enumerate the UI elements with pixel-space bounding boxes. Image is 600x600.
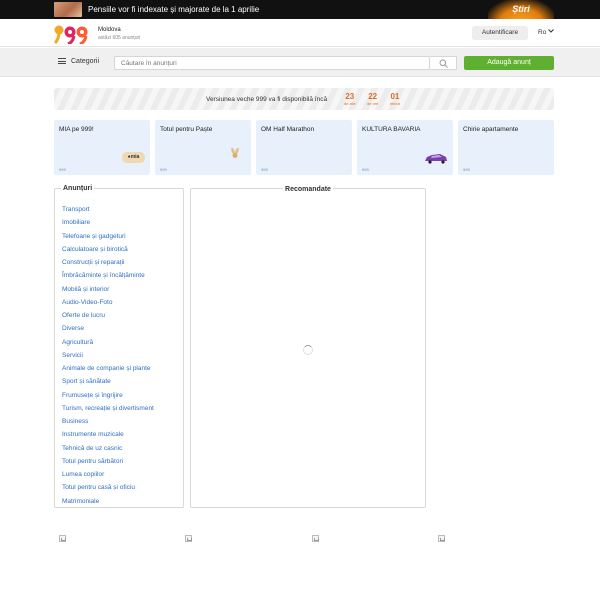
- region-name[interactable]: Moldova: [98, 27, 121, 33]
- countdown-minutes-value: 01: [390, 92, 400, 101]
- promo-card[interactable]: Chirie apartamente 999: [458, 120, 554, 175]
- countdown-days-value: 23: [345, 92, 355, 101]
- category-link[interactable]: Servicii: [62, 349, 154, 362]
- ads-today-count: astăzi 605 anunțuri: [98, 35, 141, 41]
- image-placeholder-icon[interactable]: [438, 535, 445, 542]
- chevron-down-icon: [548, 29, 554, 33]
- category-link[interactable]: Imobiliare: [62, 216, 154, 229]
- old-version-banner[interactable]: Versiunea veche 999 va fi disponibilă în…: [54, 88, 554, 110]
- category-link[interactable]: Telefoane și gadgeturi: [62, 230, 154, 243]
- category-link[interactable]: Turism, recreație și divertisment: [62, 402, 154, 415]
- categories-panel-title: Anunțuri: [61, 185, 95, 192]
- promo-card-title: OM Half Marathon: [261, 126, 315, 133]
- category-link[interactable]: Instrumente muzicale: [62, 428, 154, 441]
- language-label: Ro: [538, 29, 547, 36]
- easter-bunny-icon: [231, 147, 239, 158]
- promo-card-title: Totul pentru Paște: [160, 126, 213, 133]
- recommended-panel: Recomandate: [190, 186, 426, 508]
- category-link[interactable]: Calculatoare și birotică: [62, 243, 154, 256]
- promo-card-tag: 999: [261, 167, 268, 172]
- mia-logo: ●mia: [122, 152, 145, 163]
- image-placeholder-icon[interactable]: [312, 535, 319, 542]
- categories-label: Categorii: [71, 58, 100, 65]
- news-logo-label: Știri: [512, 4, 530, 14]
- category-link[interactable]: Construcții și reparații: [62, 256, 154, 269]
- category-link[interactable]: Audio-Video-Foto: [62, 296, 154, 309]
- countdown-minutes: 01 minut: [390, 92, 400, 106]
- category-link[interactable]: Oferte de lucru: [62, 309, 154, 322]
- promo-card-title: MIA pe 999!: [59, 126, 94, 133]
- category-link[interactable]: Lumea copiilor: [62, 468, 154, 481]
- promo-card[interactable]: Totul pentru Paște 999: [155, 120, 251, 175]
- category-link[interactable]: Business: [62, 415, 154, 428]
- promo-card-tag: 999: [463, 167, 470, 172]
- countdown-hours-label: de ore: [367, 101, 379, 106]
- promo-card[interactable]: KULTURA BAVARIA 999: [357, 120, 453, 175]
- site-logo[interactable]: [54, 24, 88, 44]
- category-link[interactable]: Transport: [62, 203, 154, 216]
- category-link[interactable]: Totul pentru casă și oficiu: [62, 481, 154, 494]
- countdown-minutes-label: minut: [390, 101, 400, 106]
- menu-icon: [58, 58, 66, 64]
- promo-card[interactable]: MIA pe 999! ●mia 999: [54, 120, 150, 175]
- promo-card[interactable]: OM Half Marathon 999: [256, 120, 352, 175]
- category-link[interactable]: Diverse: [62, 322, 154, 335]
- search-icon: [439, 59, 448, 68]
- categories-panel: Anunțuri Transport Imobiliare Telefoane …: [54, 185, 184, 508]
- category-link[interactable]: Sport și sănătate: [62, 375, 154, 388]
- recommended-title: Recomandate: [191, 186, 425, 193]
- news-thumbnail[interactable]: [54, 2, 82, 17]
- category-link[interactable]: Îmbrăcăminte și încălțăminte: [62, 269, 154, 282]
- news-headline[interactable]: Pensiile vor fi indexate și majorate de …: [88, 5, 259, 14]
- car-icon: [425, 154, 447, 164]
- category-link[interactable]: Animale de companie și plante: [62, 362, 154, 375]
- image-placeholder-icon[interactable]: [59, 535, 66, 542]
- site-header: Moldova astăzi 605 anunțuri Autentificar…: [0, 19, 600, 47]
- add-ad-button[interactable]: Adaugă anunț: [464, 56, 554, 70]
- category-link[interactable]: Matrimoniale: [62, 495, 154, 508]
- toolbar: Categorii Adaugă anunț: [0, 48, 600, 77]
- promo-card-tag: 999: [362, 167, 369, 172]
- image-placeholder-icon[interactable]: [185, 535, 192, 542]
- countdown-hours: 22 de ore: [367, 92, 378, 106]
- category-list: Transport Imobiliare Telefoane și gadget…: [62, 203, 154, 508]
- loading-spinner-icon: [303, 345, 313, 355]
- promo-card-tag: 999: [160, 167, 167, 172]
- search-input[interactable]: [114, 56, 430, 70]
- news-bar[interactable]: Pensiile vor fi indexate și majorate de …: [0, 0, 600, 19]
- category-link[interactable]: Frumusețe și îngrijire: [62, 389, 154, 402]
- countdown-days: 23 de zile: [344, 92, 356, 106]
- recommended-title-text: Recomandate: [283, 186, 333, 193]
- promo-card-title: KULTURA BAVARIA: [362, 126, 421, 133]
- category-link[interactable]: Mobilă și interior: [62, 283, 154, 296]
- category-link[interactable]: Agricultură: [62, 336, 154, 349]
- banner-text: Versiunea veche 999 va fi disponibilă în…: [206, 96, 328, 103]
- language-selector[interactable]: Ro: [538, 29, 554, 36]
- category-link[interactable]: Tehnică de uz casnic: [62, 442, 154, 455]
- category-link[interactable]: Totul pentru sărbători: [62, 455, 154, 468]
- countdown-hours-value: 22: [368, 92, 378, 101]
- search-button[interactable]: [430, 56, 457, 70]
- promo-card-title: Chirie apartamente: [463, 126, 519, 133]
- countdown-days-label: de zile: [344, 101, 356, 106]
- news-logo[interactable]: Știri: [488, 0, 554, 19]
- categories-button[interactable]: Categorii: [58, 58, 99, 65]
- promo-card-tag: 999: [59, 167, 66, 172]
- login-button[interactable]: Autentificare: [472, 26, 528, 40]
